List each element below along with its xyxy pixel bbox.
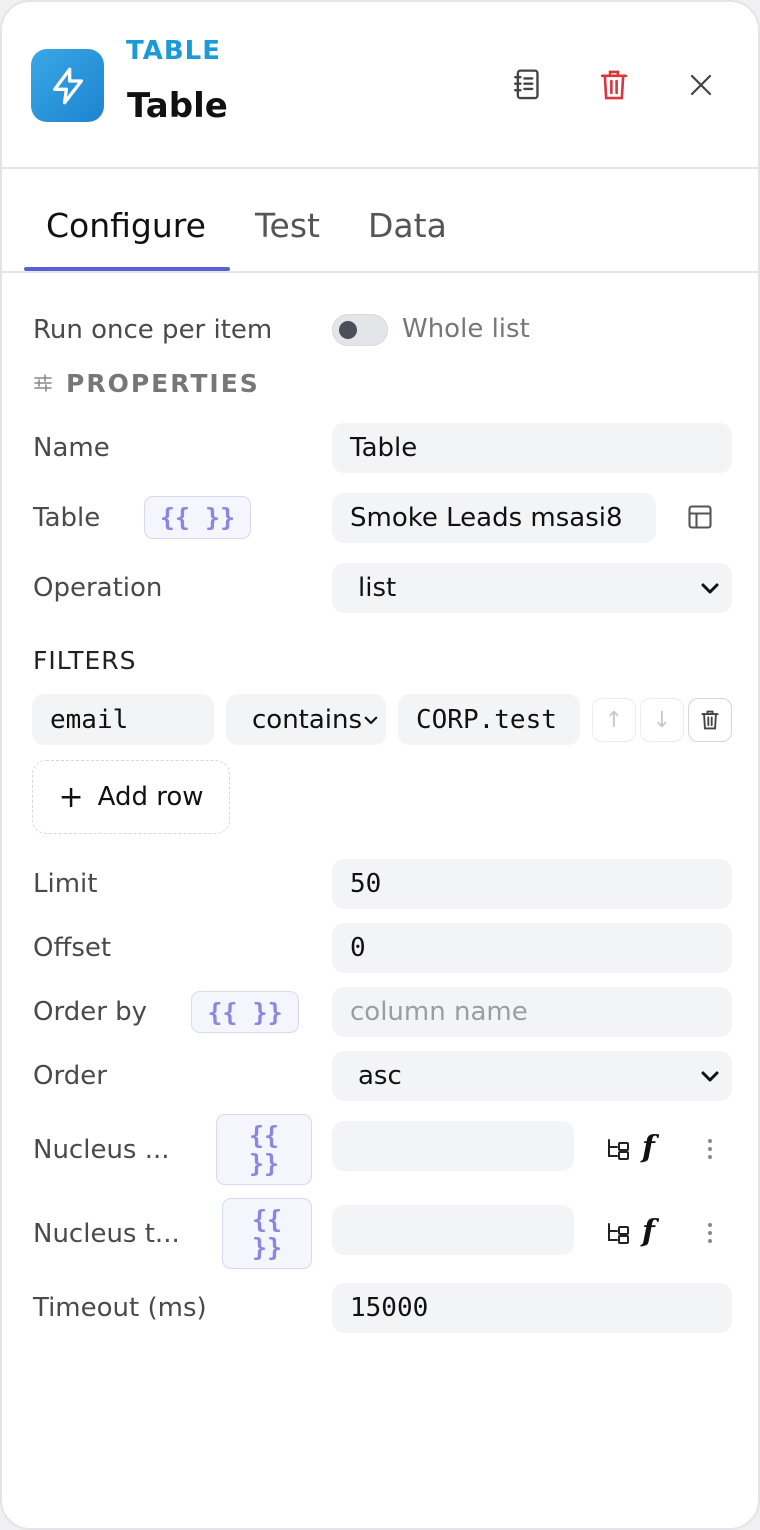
variable-tree-icon[interactable] [605, 1137, 631, 1165]
expr-close: }} [248, 1148, 280, 1178]
tab-configure[interactable]: Configure [46, 206, 206, 245]
order-label: Order [33, 1061, 107, 1091]
move-down-button[interactable]: ↓ [640, 698, 684, 742]
run-mode-label: Run once per item [33, 315, 273, 345]
limit-label: Limit [33, 869, 98, 899]
more-options-icon[interactable] [707, 1223, 713, 1243]
node-title: Table [127, 86, 228, 126]
offset-input[interactable]: 0 [332, 923, 732, 973]
order-value: asc [358, 1061, 402, 1091]
plus-icon: + [58, 779, 84, 815]
close-icon[interactable] [677, 61, 725, 109]
sliders-icon [33, 373, 53, 397]
order-select[interactable]: asc [332, 1051, 732, 1101]
expr-open: {{ [251, 1204, 283, 1234]
more-options-icon[interactable] [707, 1139, 713, 1159]
timeout-input[interactable]: 15000 [332, 1283, 732, 1333]
node-type-label: TABLE [126, 36, 221, 66]
table-input[interactable]: Smoke Leads msasi8 [332, 493, 656, 543]
function-icon[interactable]: f [642, 1214, 655, 1249]
move-up-button[interactable]: ↑ [592, 698, 636, 742]
trash-icon [701, 710, 719, 730]
whole-list-label: Whole list [402, 314, 530, 344]
table-label: Table [33, 503, 101, 533]
filter-value-input[interactable]: CORP.test [398, 694, 580, 745]
function-icon[interactable]: f [642, 1130, 655, 1165]
add-row-button[interactable]: + Add row [32, 760, 230, 834]
filter-operator-value: contains [252, 704, 363, 735]
expr-open: {{ [248, 1120, 280, 1150]
filters-heading: FILTERS [33, 646, 137, 675]
nucleus-2-expression-toggle[interactable]: {{ }} [222, 1198, 312, 1269]
table-expression-toggle[interactable]: {{ }} [144, 496, 251, 539]
trash-icon[interactable] [590, 61, 638, 109]
nucleus-1-expression-toggle[interactable]: {{ }} [216, 1114, 312, 1185]
timeout-label: Timeout (ms) [33, 1293, 207, 1323]
order-by-expression-toggle[interactable]: {{ }} [191, 991, 299, 1033]
add-row-label: Add row [97, 782, 204, 812]
nucleus-2-label: Nucleus t... [33, 1219, 180, 1249]
order-by-label: Order by [33, 997, 148, 1027]
delete-filter-button[interactable] [688, 698, 732, 742]
tab-test[interactable]: Test [255, 206, 320, 245]
nucleus-1-input[interactable] [332, 1121, 574, 1171]
tabs-divider [2, 271, 758, 273]
whole-list-toggle[interactable] [332, 314, 388, 346]
filter-operator-select[interactable]: contains [226, 694, 386, 745]
operation-value: list [358, 573, 397, 603]
order-by-input[interactable]: column name [332, 987, 732, 1037]
chevron-down-icon [701, 1071, 719, 1082]
operation-select[interactable]: list [332, 563, 732, 613]
operation-label: Operation [33, 573, 163, 603]
limit-input[interactable]: 50 [332, 859, 732, 909]
header-divider [2, 167, 758, 169]
chevron-down-icon [701, 583, 719, 594]
bolt-icon [31, 49, 104, 122]
tab-data[interactable]: Data [368, 206, 447, 245]
expr-close: }} [251, 1232, 283, 1262]
filter-field-input[interactable]: email [32, 694, 214, 745]
name-label: Name [33, 433, 110, 463]
table-picker-icon[interactable] [686, 503, 714, 535]
name-input[interactable]: Table [332, 423, 732, 473]
table-node-panel: TABLE Table Configure Test Data Run once… [0, 0, 760, 1530]
notebook-icon[interactable] [503, 61, 551, 109]
nucleus-1-label: Nucleus ... [33, 1135, 170, 1165]
variable-tree-icon[interactable] [605, 1221, 631, 1249]
properties-heading: PROPERTIES [66, 369, 260, 398]
chevron-down-icon [364, 716, 378, 724]
nucleus-2-input[interactable] [332, 1205, 574, 1255]
offset-label: Offset [33, 933, 112, 963]
